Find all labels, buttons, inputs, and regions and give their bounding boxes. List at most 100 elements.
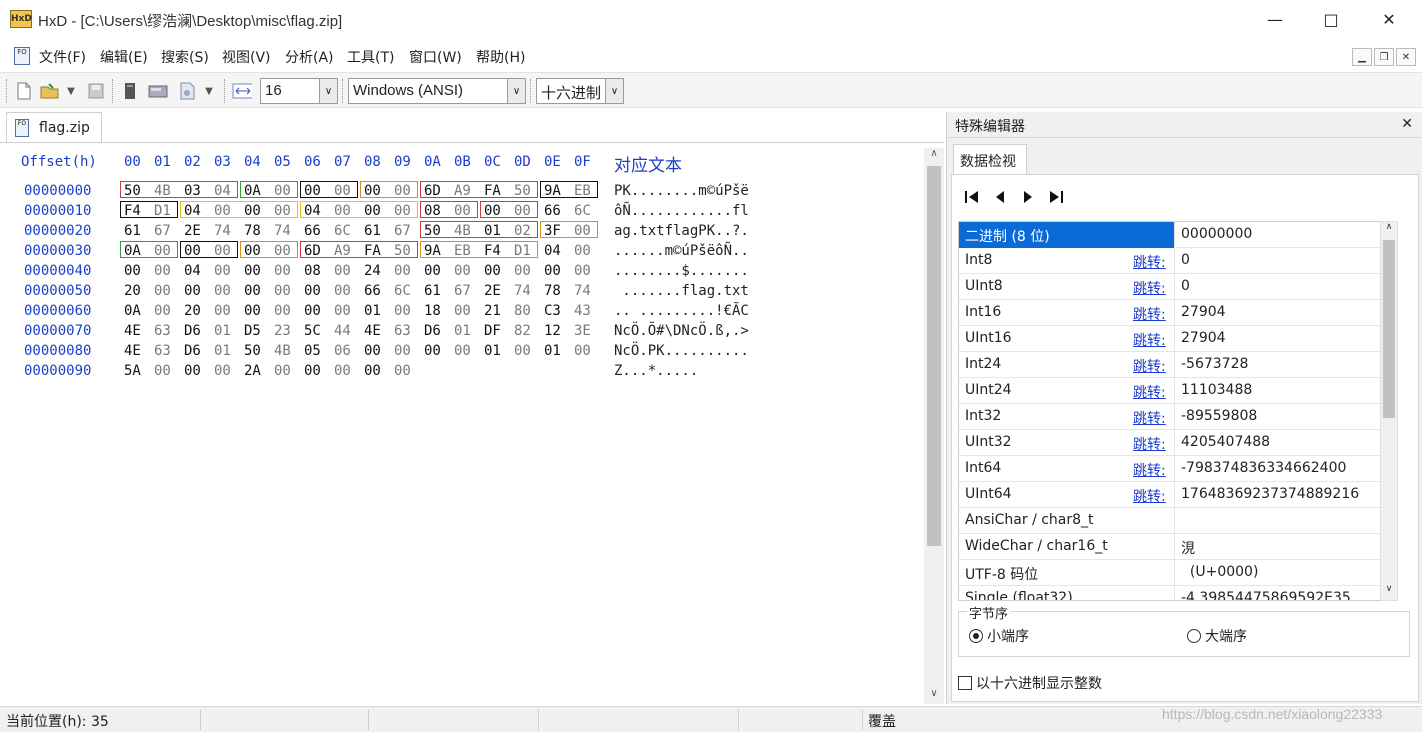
hex-byte[interactable]: 00 — [364, 363, 381, 379]
inspector-row[interactable]: UTF-8 码位 (U+0000) — [959, 560, 1391, 586]
hex-byte[interactable]: 00 — [274, 363, 291, 379]
hex-byte[interactable]: 01 — [214, 323, 231, 339]
hex-byte[interactable]: 00 — [244, 303, 261, 319]
hex-byte[interactable]: 00 — [334, 203, 351, 219]
hex-byte[interactable]: 00 — [154, 283, 171, 299]
open-file-icon[interactable] — [40, 81, 60, 101]
hex-byte[interactable]: 78 — [244, 223, 261, 239]
ascii-text[interactable]: .. .........!€ÃC — [614, 303, 749, 319]
hex-byte[interactable]: 01 — [544, 343, 561, 359]
hex-byte[interactable]: 00 — [454, 263, 471, 279]
jump-link[interactable]: 跳转: — [1133, 330, 1166, 350]
inspector-value[interactable]: 27904 — [1181, 330, 1226, 346]
hex-byte[interactable]: 01 — [214, 343, 231, 359]
hex-byte[interactable]: 02 — [514, 223, 531, 239]
hex-byte[interactable]: 00 — [154, 303, 171, 319]
inspector-row[interactable]: Int8 跳转: 0 — [959, 248, 1391, 274]
hex-byte[interactable]: 00 — [454, 303, 471, 319]
hex-byte[interactable]: 3E — [574, 323, 591, 339]
hex-byte[interactable]: 00 — [334, 283, 351, 299]
hex-byte[interactable]: 2A — [244, 363, 261, 379]
hex-byte[interactable]: 06 — [334, 343, 351, 359]
inspector-value[interactable]: 0 — [1181, 278, 1190, 294]
hex-row[interactable]: 00000090 5A 00 00 00 2A 00 00 00 00 00 Z...*..... — [0, 363, 920, 383]
hex-byte[interactable]: 00 — [244, 203, 261, 219]
hex-byte[interactable]: 00 — [394, 183, 411, 199]
jump-link[interactable]: 跳转: — [1133, 434, 1166, 454]
menu-file[interactable]: 文件(F) — [39, 47, 86, 67]
hex-byte[interactable]: D5 — [244, 323, 261, 339]
jump-link[interactable]: 跳转: — [1133, 252, 1166, 272]
hex-byte[interactable]: 00 — [154, 243, 171, 259]
hex-byte[interactable]: 00 — [394, 363, 411, 379]
hex-byte[interactable]: 00 — [184, 243, 201, 259]
hex-byte[interactable]: 4E — [364, 323, 381, 339]
hex-byte[interactable]: 5A — [124, 363, 141, 379]
hex-byte[interactable]: 04 — [184, 263, 201, 279]
ascii-text[interactable]: ........$....... — [614, 263, 749, 279]
hex-byte[interactable]: 6D — [424, 183, 441, 199]
chevron-down-icon[interactable]: ∨ — [507, 79, 525, 103]
ascii-text[interactable]: NcÖ.Õ#\DNcÖ.ß‚.> — [614, 323, 749, 339]
hex-byte[interactable]: D6 — [424, 323, 441, 339]
hex-byte[interactable]: 01 — [454, 323, 471, 339]
hex-row[interactable]: 00000080 4E 63 D6 01 50 4B 05 06 00 00 00 00 01 00 01 00… — [0, 343, 920, 363]
inspector-value[interactable]: -4.39854475869592E35 — [1181, 590, 1351, 600]
hex-byte[interactable]: 67 — [454, 283, 471, 299]
menu-tools[interactable]: 工具(T) — [347, 47, 394, 67]
inspector-row[interactable]: UInt32 跳转: 4205407488 — [959, 430, 1391, 456]
hex-byte[interactable]: C3 — [544, 303, 561, 319]
hex-byte[interactable]: 61 — [364, 223, 381, 239]
next-icon[interactable] — [1018, 187, 1038, 207]
hex-byte[interactable]: 00 — [514, 263, 531, 279]
hex-byte[interactable]: 66 — [544, 203, 561, 219]
hex-byte[interactable]: 6D — [304, 243, 321, 259]
hex-byte[interactable]: 00 — [394, 203, 411, 219]
hex-byte[interactable]: FA — [364, 243, 381, 259]
inspector-value[interactable]: 0 — [1181, 252, 1190, 268]
inspector-row[interactable]: UInt16 跳转: 27904 — [959, 326, 1391, 352]
radio-selected-icon[interactable] — [969, 629, 983, 643]
hex-byte[interactable]: 00 — [424, 343, 441, 359]
tab-data-inspector[interactable]: 数据检视 — [953, 144, 1027, 174]
hex-byte[interactable]: 00 — [214, 243, 231, 259]
hex-byte[interactable]: F4 — [484, 243, 501, 259]
hex-byte[interactable]: 00 — [364, 183, 381, 199]
hex-row[interactable]: 00000000 50 4B 03 04 0A 00 00 00 00 00 6D A9 FA 50 9A EB… — [0, 183, 920, 203]
hex-byte[interactable]: 00 — [274, 263, 291, 279]
hex-byte[interactable]: D1 — [154, 203, 171, 219]
hex-row[interactable]: 00000040 00 00 04 00 00 00 08 00 24 00 00 00 00 00 00 00… — [0, 263, 920, 283]
hex-byte[interactable]: 00 — [184, 363, 201, 379]
hex-byte[interactable]: 00 — [484, 203, 501, 219]
inspector-row[interactable]: Int32 跳转: -89559808 — [959, 404, 1391, 430]
hex-byte[interactable]: 6C — [574, 203, 591, 219]
hex-byte[interactable]: 5C — [304, 323, 321, 339]
hex-byte[interactable]: 00 — [394, 263, 411, 279]
hex-byte[interactable]: 50 — [244, 343, 261, 359]
ascii-text[interactable]: NcÖ.PK.......... — [614, 343, 749, 359]
edit-mode[interactable]: 覆盖 — [868, 711, 896, 731]
scrollbar-thumb[interactable] — [927, 166, 941, 546]
hex-byte[interactable]: 00 — [154, 263, 171, 279]
inspector-row[interactable]: UInt8 跳转: 0 — [959, 274, 1391, 300]
hex-byte[interactable]: 05 — [304, 343, 321, 359]
hex-byte[interactable]: EB — [454, 243, 471, 259]
hex-byte[interactable]: 00 — [574, 263, 591, 279]
hex-byte[interactable]: 00 — [334, 303, 351, 319]
inspector-row[interactable]: UInt24 跳转: 11103488 — [959, 378, 1391, 404]
mdi-close-icon[interactable]: ✕ — [1396, 48, 1416, 66]
hex-byte[interactable]: 00 — [514, 203, 531, 219]
chevron-down-icon[interactable]: ∨ — [319, 79, 337, 103]
hex-byte[interactable]: 00 — [154, 363, 171, 379]
inspector-row[interactable]: WideChar / char16_t 涀 — [959, 534, 1391, 560]
hex-byte[interactable]: 00 — [484, 263, 501, 279]
hex-row[interactable]: 00000050 20 00 00 00 00 00 00 00 66 6C 61 67 2E 74 78 74… — [0, 283, 920, 303]
hex-byte[interactable]: 44 — [334, 323, 351, 339]
hex-row[interactable]: 00000010 F4 D1 04 00 00 00 04 00 00 00 08 00 00 00 66 6C… — [0, 203, 920, 223]
inspector-value[interactable]: 11103488 — [1181, 382, 1252, 398]
hex-byte[interactable]: 00 — [304, 303, 321, 319]
hex-byte[interactable]: 74 — [574, 283, 591, 299]
inspector-row[interactable]: Int64 跳转: -798374836334662400 — [959, 456, 1391, 482]
hex-byte[interactable]: 2E — [484, 283, 501, 299]
hex-byte[interactable]: 0A — [124, 243, 141, 259]
